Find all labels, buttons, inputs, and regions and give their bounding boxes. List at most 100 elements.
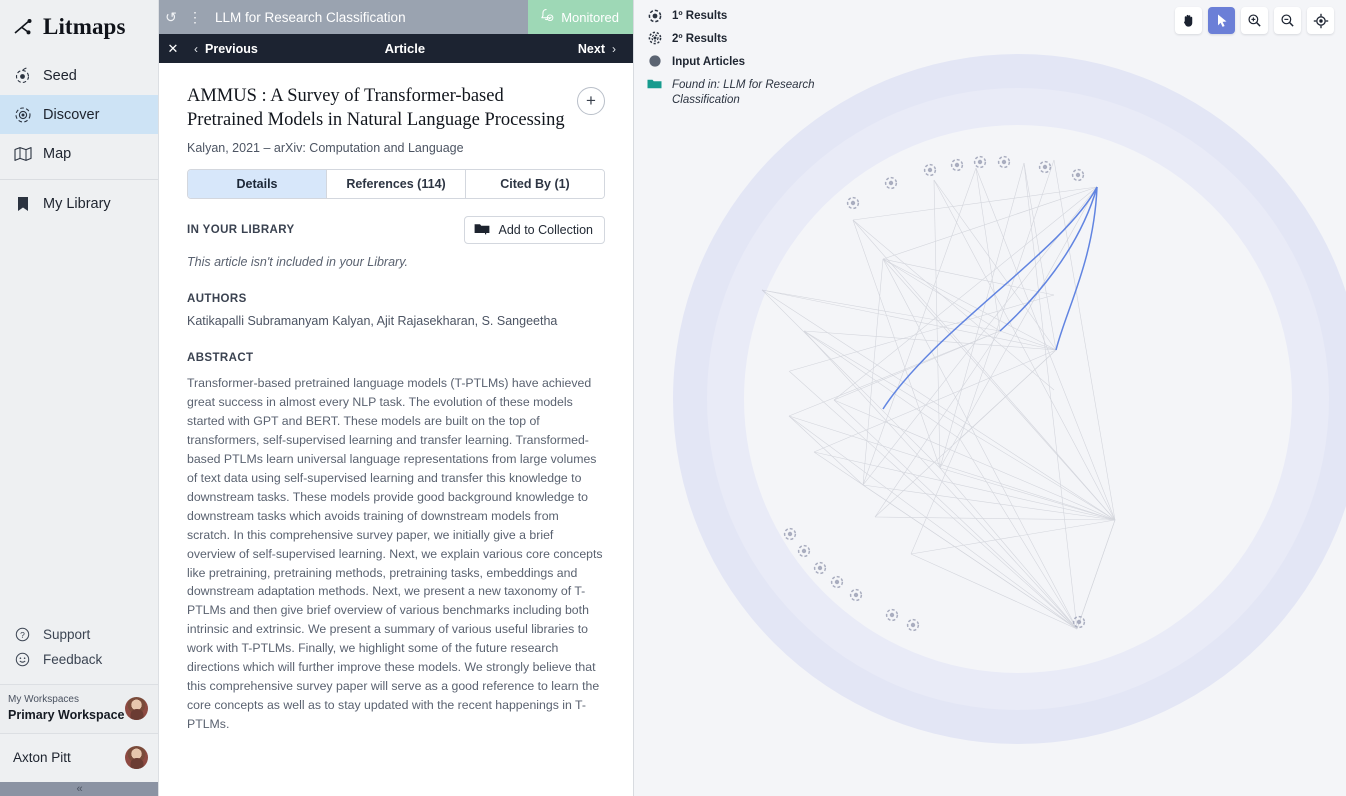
sidebar-item-my-library[interactable]: My Library [0,184,158,223]
collapse-chevrons-icon: « [76,784,81,795]
panel-body: AMMUS : A Survey of Transformer-based Pr… [159,63,633,796]
legend-label: Found in: LLM for Research Classificatio… [672,77,857,108]
target-solid-icon [647,8,662,23]
svg-text:?: ? [20,630,25,640]
secondary-result-icon[interactable] [997,155,1011,174]
sidebar-item-label: Support [43,627,90,642]
tab-cited-by[interactable]: Cited By (1) [466,170,604,198]
secondary-result-icon[interactable] [973,155,987,174]
add-article-button[interactable]: + [577,87,605,115]
secondary-result-icon[interactable] [846,196,860,215]
legend-label: 1º Results [672,8,727,24]
sidebar-spacer [0,223,158,622]
panel-section-title: Article [232,41,578,56]
kebab-menu-icon[interactable]: ⋮ [183,9,207,26]
undo-icon[interactable]: ↺ [159,9,183,26]
secondary-result-icon[interactable] [783,527,797,546]
authors-list: Katikapalli Subramanyam Kalyan, Ajit Raj… [187,314,605,328]
brand-name: Litmaps [43,14,126,40]
library-book-icon [13,194,32,213]
sidebar-item-support[interactable]: ? Support [0,622,158,647]
abstract-text: Transformer-based pretrained language mo… [187,374,605,734]
workspace-switcher[interactable]: My Workspaces Primary Workspace [0,684,158,734]
litmaps-logo-icon [13,19,35,35]
library-heading: IN YOUR LIBRARY [187,224,295,236]
panel-top-bar: ↺ ⋮ LLM for Research Classification Moni… [159,0,633,34]
zoom-in-tool[interactable] [1241,7,1268,34]
help-circle-icon: ? [13,625,32,644]
sidebar-item-seed[interactable]: Seed [0,56,158,95]
secondary-result-icon[interactable] [1071,168,1085,187]
secondary-result-icon[interactable] [885,608,899,627]
map-legend: 1º Results 2º Results Input Articles [647,8,857,115]
tab-details[interactable]: Details [188,170,327,198]
secondary-result-icon[interactable] [884,176,898,195]
article-title: AMMUS : A Survey of Transformer-based Pr… [187,85,565,132]
article-title-row: AMMUS : A Survey of Transformer-based Pr… [187,85,605,132]
article-meta: Kalyan, 2021 – arXiv: Computation and La… [187,141,605,155]
secondary-result-icon[interactable] [1038,160,1052,179]
sidebar-item-map[interactable]: Map [0,134,158,173]
sidebar-item-feedback[interactable]: Feedback [0,647,158,672]
zoom-out-tool[interactable] [1274,7,1301,34]
legend-label: 2º Results [672,31,727,47]
secondary-result-icon[interactable] [1072,615,1086,634]
article-panel: ↺ ⋮ LLM for Research Classification Moni… [159,0,634,796]
sidebar-item-label: My Library [43,196,111,212]
user-avatar [125,746,148,769]
legend-item-found-in: Found in: LLM for Research Classificatio… [647,77,857,108]
user-account-row[interactable]: Axton Pitt [0,734,158,782]
sidebar-collapse-handle[interactable]: « [0,782,158,796]
chevron-left-icon[interactable]: ‹ [187,42,205,56]
folder-add-icon [474,222,490,238]
brand-logo[interactable]: Litmaps [0,0,158,52]
secondary-result-icon[interactable] [849,588,863,607]
close-icon[interactable]: ✕ [159,41,187,57]
workspace-caption: My Workspaces [8,693,125,707]
tab-references[interactable]: References (114) [327,170,466,198]
chevron-right-icon[interactable]: › [605,42,623,56]
add-to-collection-button[interactable]: Add to Collection [464,216,605,244]
sidebar-divider [0,179,158,180]
map-toolbar [1175,7,1334,34]
library-note: This article isn't included in your Libr… [187,255,605,269]
sidebar-item-label: Discover [43,107,99,123]
sidebar: Litmaps Seed [0,0,159,796]
seed-target-icon [13,66,32,85]
pan-hand-tool[interactable] [1175,7,1202,34]
next-button[interactable]: Next [578,42,605,56]
abstract-heading: ABSTRACT [187,352,605,364]
article-tabs: Details References (114) Cited By (1) [187,169,605,199]
secondary-result-icon[interactable] [906,618,920,637]
authors-heading: AUTHORS [187,293,605,305]
bell-check-icon [539,8,554,26]
map-title: LLM for Research Classification [215,10,528,25]
map-icon [13,144,32,163]
legend-label: Input Articles [672,54,745,70]
secondary-result-icon[interactable] [830,575,844,594]
legend-item-primary-results: 1º Results [647,8,857,24]
monitored-button[interactable]: Monitored [528,0,633,34]
secondary-result-icon[interactable] [923,163,937,182]
secondary-result-icon[interactable] [813,561,827,580]
feedback-smiley-icon [13,650,32,669]
filled-circle-icon [647,54,662,69]
sidebar-item-discover[interactable]: Discover [0,95,158,134]
sidebar-item-label: Seed [43,68,77,84]
recenter-tool[interactable] [1307,7,1334,34]
monitored-label: Monitored [561,10,619,25]
user-name: Axton Pitt [13,750,71,765]
legend-item-input-articles: Input Articles [647,54,857,70]
secondary-result-icon[interactable] [950,158,964,177]
citation-edges [634,0,1346,796]
folder-icon [647,77,662,92]
workspace-name: Primary Workspace [8,707,125,724]
sidebar-item-label: Feedback [43,652,102,667]
legend-item-secondary-results: 2º Results [647,31,857,47]
select-cursor-tool[interactable] [1208,7,1235,34]
sidebar-item-label: Map [43,146,71,162]
panel-nav-bar: ✕ ‹ Previous Article Next › [159,34,633,63]
map-canvas[interactable]: Lee 2019 Wolf 2020 Rasmy 2021 Kalyan 202… [634,0,1346,796]
discover-target-icon [13,105,32,124]
secondary-result-icon[interactable] [797,544,811,563]
